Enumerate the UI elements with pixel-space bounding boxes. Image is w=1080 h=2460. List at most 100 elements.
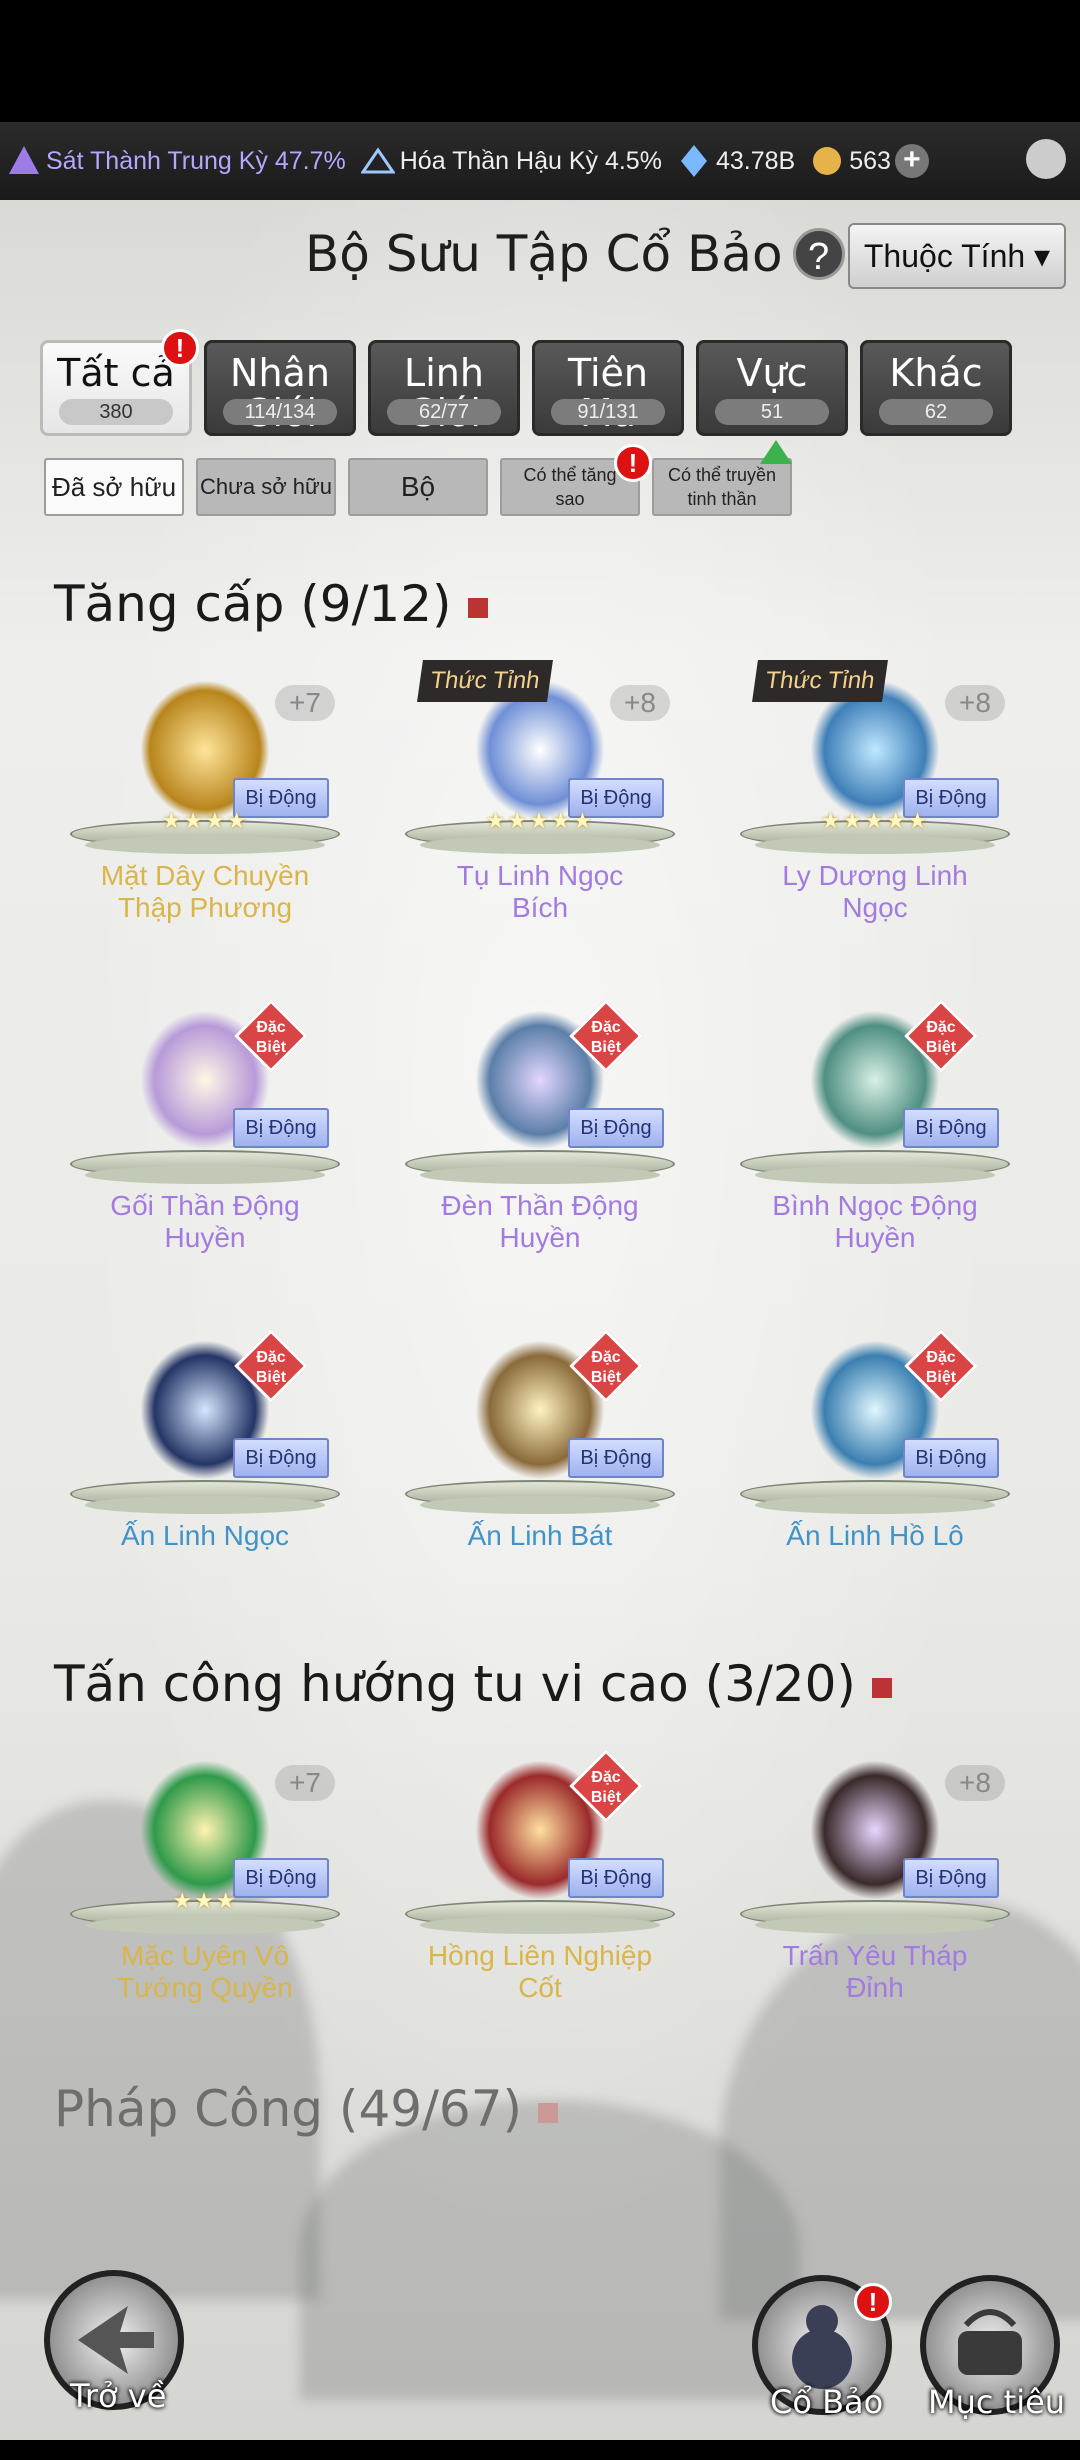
awaken-tag: Thức Tỉnh [417, 660, 553, 702]
tab-other[interactable]: Khác 62 [860, 340, 1012, 436]
pedestal-rim [420, 1166, 660, 1184]
filter-can-star[interactable]: Có thể tăng sao ! [500, 444, 652, 516]
relic-item[interactable]: Đặc Biệt Bị Động Ấn Linh Hồ Lô [725, 1329, 1025, 1590]
section-label: Tấn công hướng tu vi cao (3/20) [54, 1655, 856, 1713]
section-title-upgrade: Tăng cấp (9/12) [54, 575, 488, 633]
passive-tag: Bị Động [233, 1438, 329, 1478]
relic-item[interactable]: Đặc Biệt Bị Động Hồng Liên Nghiệp Cốt [390, 1749, 690, 2010]
relic-item[interactable]: Đặc Biệt Bị Động Đèn Thần Động Huyền [390, 999, 690, 1260]
special-label: Đặc Biệt [590, 1769, 622, 1806]
relic-label: Cổ Bảo [770, 2383, 884, 2421]
seal-icon [467, 597, 488, 618]
relic-item[interactable]: Đặc Biệt Bị Động Gối Thần Động Huyền [55, 999, 355, 1260]
tab-count: 380 [59, 399, 173, 425]
alert-badge-icon: ! [614, 444, 652, 482]
filter-set-label: Bộ [400, 471, 436, 502]
pedestal-rim [85, 1166, 325, 1184]
star-rating: ★★★★★ [820, 808, 930, 833]
upgrade-arrow-icon [760, 440, 792, 464]
crystal-icon [676, 143, 712, 179]
item-name: Ấn Linh Ngọc [120, 1520, 290, 1551]
tab-count: 62 [879, 399, 993, 425]
coins-text: 563 [849, 146, 891, 175]
back-label: Trở về [70, 2377, 167, 2415]
upgrade-level: +8 [945, 685, 1005, 721]
goal-label: Mục tiêu [928, 2383, 1066, 2421]
pedestal-rim [85, 1496, 325, 1514]
pedestal-rim [85, 1916, 325, 1934]
coins: 563 + [809, 143, 929, 179]
item-name: Hồng Liên Nghiệp Cốt [427, 1940, 653, 2003]
filter-set[interactable]: Bộ [348, 458, 488, 516]
pedestal-rim [420, 836, 660, 854]
seal-icon [538, 2102, 559, 2123]
attribute-dropdown[interactable]: Thuộc Tính ▾ [848, 223, 1066, 289]
relic-item[interactable]: +8 Bị Động Trấn Yêu Tháp Đỉnh [725, 1750, 1025, 2010]
filter-owned-label: Đã sở hữu [51, 472, 177, 502]
special-label: Đặc Biệt [590, 1349, 622, 1386]
star-rating: ★★★★★ [485, 808, 595, 833]
tab-label: Khác [889, 351, 983, 395]
tab-immortal-demon[interactable]: Tiên Ma 91/131 [532, 340, 684, 436]
tab-label: Vực [736, 351, 808, 395]
upgrade-level: +7 [275, 685, 335, 721]
special-label: Đặc Biệt [925, 1349, 957, 1386]
special-label: Đặc Biệt [590, 1019, 622, 1056]
pedestal-rim [755, 1916, 995, 1934]
realm-2-text: Hóa Thần Hậu Kỳ 4.5% [399, 146, 662, 175]
status-area [0, 0, 1080, 122]
category-tabs: Tất cả 380 ! Nhân Giới 114/134 Linh Giới… [40, 329, 1024, 436]
relic-item[interactable]: +7 Bị Động ★★★ Mặc Uyên Vô Tướng Quyền [55, 1750, 355, 2010]
relic-item[interactable]: +7 Bị Động ★★★★ Mặt Dây Chuyền Thập Phươ… [55, 670, 355, 930]
nav-bar [0, 2440, 1080, 2460]
special-label: Đặc Biệt [255, 1019, 287, 1056]
pedestal-rim [420, 1916, 660, 1934]
awaken-tag: Thức Tỉnh [752, 660, 888, 702]
filter-not-owned[interactable]: Chưa sở hữu [196, 458, 336, 516]
app-root: Sát Thành Trung Kỳ 47.7% Hóa Thần Hậu Kỳ… [0, 0, 1080, 2460]
clock-icon[interactable] [1026, 139, 1066, 179]
upgrade-level: +8 [610, 685, 670, 721]
tab-count: 114/134 [223, 399, 337, 425]
relic-item[interactable]: Thức Tỉnh +8 Bị Động ★★★★★ Tụ Linh Ngọc … [390, 660, 690, 930]
realm-1-icon [6, 143, 42, 179]
relic-item[interactable]: Đặc Biệt Bị Động Bình Ngọc Động Huyền [725, 999, 1025, 1260]
realm-1: Sát Thành Trung Kỳ 47.7% [6, 143, 346, 179]
section-title-magic: Pháp Công (49/67) [54, 2080, 559, 2138]
item-name: Tụ Linh Ngọc Bích [456, 860, 624, 923]
upgrade-level: +7 [275, 1765, 335, 1801]
tab-spirit-realm[interactable]: Linh Giới 62/77 [368, 340, 520, 436]
item-name: Trấn Yêu Tháp Đỉnh [782, 1940, 968, 2003]
pedestal-rim [755, 1496, 995, 1514]
item-name: Ly Dương Linh Ngọc [782, 860, 968, 923]
section-label: Pháp Công (49/67) [54, 2080, 523, 2138]
help-icon[interactable]: ? [792, 228, 845, 280]
alert-badge-icon: ! [854, 2283, 892, 2321]
passive-tag: Bị Động [903, 1438, 999, 1478]
passive-tag: Bị Động [568, 1108, 664, 1148]
filter-can-star-label: Có thể tăng sao [523, 465, 617, 509]
item-name: Ấn Linh Hồ Lô [786, 1520, 964, 1551]
tab-human-realm[interactable]: Nhân Giới 114/134 [204, 340, 356, 436]
filter-can-pass-label: Có thể truyền tinh thần [667, 465, 777, 509]
alert-badge-icon: ! [161, 329, 199, 367]
relic-item[interactable]: Thức Tỉnh +8 Bị Động ★★★★★ Ly Dương Linh… [725, 660, 1025, 930]
page-title: Bộ Sưu Tập Cổ Bảo [305, 225, 783, 283]
crystals: 43.78B [676, 143, 795, 179]
special-label: Đặc Biệt [925, 1019, 957, 1056]
relic-item[interactable]: Đặc Biệt Bị Động Ấn Linh Ngọc [55, 1329, 355, 1590]
filter-owned[interactable]: Đã sở hữu [44, 458, 184, 516]
relic-item[interactable]: Đặc Biệt Bị Động Ấn Linh Bát [390, 1329, 690, 1590]
tab-domain[interactable]: Vực 51 [696, 340, 848, 436]
add-coins-button[interactable]: + [894, 144, 929, 178]
filter-can-pass[interactable]: Có thể truyền tinh thần [652, 440, 792, 516]
crystals-text: 43.78B [715, 146, 796, 175]
item-name: Mặt Dây Chuyền Thập Phương [100, 860, 310, 923]
passive-tag: Bị Động [568, 1858, 664, 1898]
pedestal-rim [420, 1496, 660, 1514]
item-name: Gối Thần Động Huyền [110, 1190, 300, 1253]
section-label: Tăng cấp (9/12) [54, 575, 452, 633]
filter-not-owned-label: Chưa sở hữu [200, 474, 332, 499]
tab-all[interactable]: Tất cả 380 ! [40, 329, 199, 436]
tab-count: 62/77 [387, 399, 501, 425]
